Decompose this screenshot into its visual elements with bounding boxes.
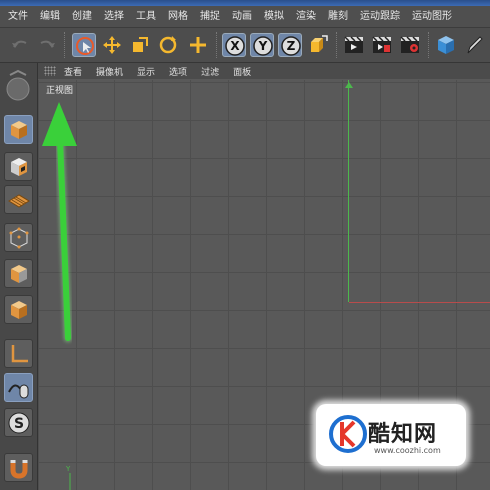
menu-edit[interactable]: 编辑 <box>32 6 60 27</box>
edges-mode-icon <box>11 265 27 283</box>
svg-text:Y: Y <box>65 465 71 473</box>
move-icon <box>103 36 121 54</box>
magnet-icon <box>10 460 28 479</box>
world-coord-icon <box>311 35 328 52</box>
tweak-mode-icon <box>8 384 29 399</box>
redo-icon <box>40 40 55 48</box>
live-select-button[interactable] <box>72 33 96 57</box>
object-mode-button[interactable] <box>4 115 33 144</box>
menu-tools[interactable]: 工具 <box>128 6 156 27</box>
watermark-badge: 酷知网 www.coozhi.com <box>316 404 466 466</box>
pen-icon <box>467 36 483 54</box>
world-x-axis-line <box>349 302 490 303</box>
menu-create[interactable]: 创建 <box>64 6 92 27</box>
watermark-name: 酷知网 <box>368 422 438 447</box>
magnet-button[interactable] <box>4 453 33 482</box>
viewport-menu-panel[interactable]: 面板 <box>233 65 251 78</box>
y-axis-button[interactable]: Y <box>250 33 274 57</box>
viewport-menu-options[interactable]: 选项 <box>169 65 187 78</box>
z-axis-button[interactable]: Z <box>278 33 302 57</box>
menu-snap[interactable]: 捕捉 <box>192 6 220 27</box>
render-settings-button[interactable] <box>398 33 422 57</box>
polygons-mode-icon <box>11 301 27 319</box>
viewport-grip-handle[interactable] <box>44 66 56 76</box>
menu-sculpt[interactable]: 雕刻 <box>320 6 348 27</box>
render-view-button[interactable] <box>342 33 366 57</box>
viewport-menu-view[interactable]: 查看 <box>64 65 82 78</box>
x-axis-label: X <box>230 39 240 53</box>
coozhi-logo-icon <box>329 415 367 453</box>
recent-tools-button[interactable] <box>186 33 210 57</box>
main-menu-bar: 文件 编辑 创建 选择 工具 网格 捕捉 动画 模拟 渲染 雕刻 运动跟踪 运动… <box>0 6 490 28</box>
texture-mode-button[interactable] <box>4 152 33 181</box>
redo-button[interactable] <box>35 33 59 57</box>
svg-text:S: S <box>14 416 24 432</box>
menu-mograph[interactable]: 运动图形 <box>404 6 452 27</box>
cube-button[interactable] <box>434 33 458 57</box>
watermark-url: www.coozhi.com <box>374 446 441 455</box>
menu-motion-tracking[interactable]: 运动跟踪 <box>352 6 400 27</box>
world-y-axis-line <box>348 80 349 302</box>
enable-axis-button[interactable] <box>4 339 33 368</box>
render-picture-viewer-button[interactable] <box>370 33 394 57</box>
rotate-button[interactable] <box>156 33 180 57</box>
snap-button[interactable]: S <box>4 408 33 437</box>
live-select-icon <box>76 37 94 55</box>
viewport-menu-cameras[interactable]: 摄像机 <box>96 65 123 78</box>
rotate-icon <box>159 36 177 54</box>
render-picture-icon <box>372 36 391 53</box>
snap-icon: S <box>8 412 30 434</box>
workplane-icon <box>8 194 30 208</box>
axis-icon <box>11 345 28 363</box>
points-mode-button[interactable] <box>4 223 33 252</box>
viewport-menu-filter[interactable]: 过滤 <box>201 65 219 78</box>
pen-button[interactable] <box>462 33 486 57</box>
undo-icon <box>12 40 27 48</box>
y-axis-arrow-icon <box>345 82 353 88</box>
points-mode-icon <box>9 227 29 249</box>
polygons-mode-button[interactable] <box>4 295 33 324</box>
viewport-menu-bar: 查看 摄像机 显示 选项 过滤 面板 <box>38 63 490 79</box>
annotation-arrow-icon <box>42 102 77 343</box>
z-axis-label: Z <box>286 39 296 53</box>
cube-icon <box>438 36 454 54</box>
workplane-button[interactable] <box>4 185 33 214</box>
menu-select[interactable]: 选择 <box>96 6 124 27</box>
axis-gizmo-icon: Y <box>65 465 71 490</box>
texture-mode-icon <box>11 158 27 176</box>
undo-button[interactable] <box>8 33 32 57</box>
render-settings-icon <box>400 36 419 53</box>
y-axis-label: Y <box>258 39 268 53</box>
edges-mode-button[interactable] <box>4 259 33 288</box>
object-mode-icon <box>11 121 27 139</box>
menu-simulate[interactable]: 模拟 <box>256 6 284 27</box>
left-mode-palette: S <box>0 63 38 490</box>
tweak-mode-button[interactable] <box>4 373 33 402</box>
scale-button[interactable] <box>128 33 152 57</box>
menu-file[interactable]: 文件 <box>0 6 28 27</box>
model-mode-icon <box>6 69 30 101</box>
plus-move-icon <box>190 37 206 53</box>
menu-mesh[interactable]: 网格 <box>160 6 188 27</box>
menu-render[interactable]: 渲染 <box>288 6 316 27</box>
coordinate-system-button[interactable] <box>306 33 330 57</box>
menu-animate[interactable]: 动画 <box>224 6 252 27</box>
viewport-menu-display[interactable]: 显示 <box>137 65 155 78</box>
main-toolbar: X Y Z <box>0 28 490 63</box>
x-axis-button[interactable]: X <box>222 33 246 57</box>
scale-icon <box>133 37 148 52</box>
palette-logo <box>5 67 32 103</box>
move-button[interactable] <box>100 33 124 57</box>
render-view-icon <box>344 36 363 53</box>
